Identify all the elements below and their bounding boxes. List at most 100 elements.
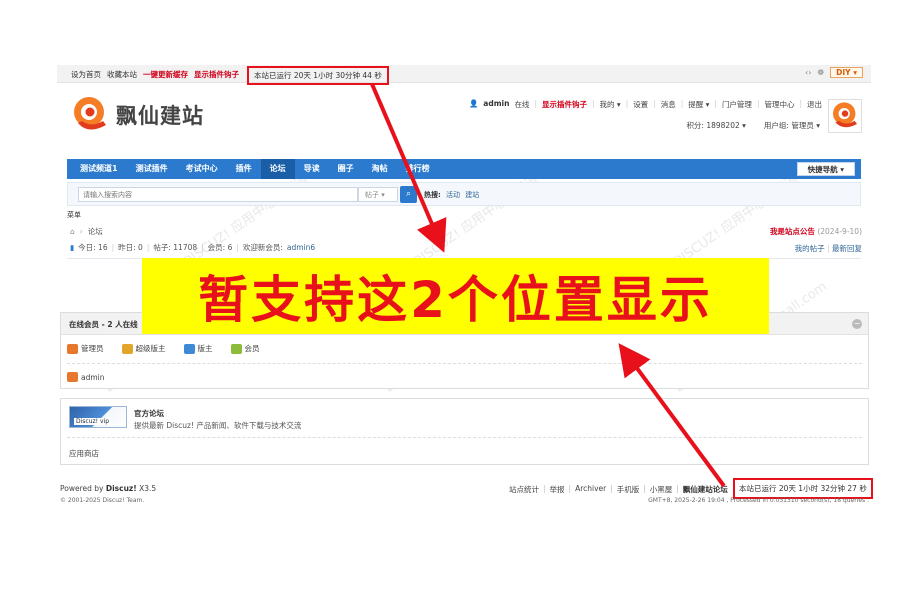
footer-link-report[interactable]: 举报 bbox=[550, 484, 565, 495]
uptime-top-highlight: 本站已运行 20天 1小时 30分钟 44 秒 bbox=[247, 66, 389, 85]
forum-stats: ▮ 今日: 16 | 昨日: 0 | 帖子: 11708 | 会员: 6 | 欢… bbox=[70, 243, 316, 252]
menu-label: 菜单 bbox=[67, 211, 81, 219]
footer-link-blacklist[interactable]: 小黑屋 bbox=[650, 484, 673, 495]
nav-item-8[interactable]: 排行榜 bbox=[397, 159, 439, 179]
home-icon[interactable]: ⌂ bbox=[70, 227, 75, 236]
search-type-select[interactable]: 帖子 ▾ bbox=[358, 187, 398, 202]
site-announcement[interactable]: 我是站点公告 (2024-9-10) bbox=[770, 226, 862, 237]
footer-link-archiver[interactable]: Archiver bbox=[575, 484, 606, 495]
app-store-link[interactable]: 应用商店 bbox=[69, 448, 99, 459]
stats-welcome: 欢迎新会员: bbox=[242, 243, 283, 252]
top-right-tools: ‹› ❁ DIY ▾ bbox=[805, 67, 863, 78]
user-badge-icon bbox=[230, 343, 242, 354]
copyright: © 2001-2025 Discuz! Team. bbox=[60, 497, 145, 504]
hooks-link[interactable]: 显示插件钩子 bbox=[542, 99, 587, 110]
palette-icon[interactable]: ❁ bbox=[817, 68, 824, 77]
username-link[interactable]: admin bbox=[483, 99, 509, 110]
nav-item-1[interactable]: 测试插件 bbox=[127, 159, 177, 179]
footer-link-stats[interactable]: 站点统计 bbox=[509, 484, 539, 495]
processed-info: GMT+8, 2025-2-26 19:04 , Processed in 0.… bbox=[648, 497, 869, 504]
portal-admin-link[interactable]: 门户管理 bbox=[722, 99, 752, 110]
hot-term-link[interactable]: 活动 bbox=[446, 191, 460, 199]
discuz-link[interactable]: Discuz! bbox=[106, 484, 137, 493]
points-menu[interactable]: 积分: 1898202 ▾ bbox=[686, 120, 745, 131]
avatar[interactable] bbox=[828, 99, 862, 133]
nav-item-7[interactable]: 淘帖 bbox=[363, 159, 397, 179]
nav-item-forum[interactable]: 论坛 bbox=[260, 159, 295, 179]
latest-reply-link[interactable]: 最新回复 bbox=[832, 244, 862, 253]
breadcrumb-current[interactable]: 论坛 bbox=[88, 226, 103, 237]
stats-yesterday: 昨日: 0 bbox=[118, 243, 143, 252]
user-badge-icon bbox=[183, 343, 195, 354]
nav-item-3[interactable]: 插件 bbox=[227, 159, 261, 179]
stats-chart-icon: ▮ bbox=[70, 243, 75, 252]
role-super-mod: 超级版主 bbox=[121, 343, 166, 354]
search-button[interactable]: ⌕ bbox=[400, 186, 417, 203]
top-links: 设为首页 收藏本站 一键更新缓存 显示插件钩子 bbox=[71, 69, 239, 80]
official-forum-link[interactable]: 官方论坛 bbox=[134, 408, 164, 419]
site-name: 飘仙建站 bbox=[116, 104, 204, 128]
footer-links: 站点统计 | 举报 | Archiver | 手机版 | 小黑屋 | 飘仙建站论坛 bbox=[509, 484, 728, 495]
logo-mark-icon bbox=[70, 95, 110, 135]
admin-center-link[interactable]: 管理中心 bbox=[764, 99, 794, 110]
chevron-right-icon: › bbox=[79, 227, 83, 236]
yellow-banner: 暂支持这2个位置显示 bbox=[142, 258, 769, 334]
divider bbox=[67, 437, 862, 438]
nav-item-0[interactable]: 测试频道1 bbox=[71, 159, 127, 179]
site-logo[interactable]: 飘仙建站 bbox=[70, 95, 204, 135]
bookmark-link[interactable]: 收藏本站 bbox=[107, 69, 137, 80]
messages-link[interactable]: 消息 bbox=[661, 99, 676, 110]
stats-members: 会员: 6 bbox=[207, 243, 233, 252]
my-menu[interactable]: 我的 ▾ bbox=[600, 99, 621, 110]
user-badge-icon bbox=[67, 343, 78, 354]
reminders-menu[interactable]: 提醒 ▾ bbox=[688, 99, 709, 110]
online-member[interactable]: admin bbox=[67, 372, 105, 382]
search-bar: 帖子 ▾ ⌕ 热搜: 活动 建站 bbox=[67, 182, 861, 206]
user-icon: 👤 bbox=[468, 99, 479, 108]
new-member-link[interactable]: admin6 bbox=[287, 243, 315, 252]
uptime-top-text: 本站已运行 20天 1小时 30分钟 44 秒 bbox=[254, 71, 382, 80]
refresh-cache-link[interactable]: 一键更新缓存 bbox=[143, 69, 188, 80]
hot-term-link[interactable]: 建站 bbox=[465, 191, 479, 199]
uptime-bottom-text: 本站已运行 20天 1小时 32分钟 27 秒 bbox=[739, 484, 867, 493]
breadcrumb: ⌂ › 论坛 bbox=[70, 226, 103, 237]
discuz-logo[interactable]: Discuz! vip bbox=[69, 406, 127, 428]
code-icon[interactable]: ‹› bbox=[805, 68, 811, 77]
set-home-link[interactable]: 设为首页 bbox=[71, 69, 101, 80]
role-mod: 版主 bbox=[183, 343, 213, 354]
footer-site-forum-link[interactable]: 飘仙建站论坛 bbox=[683, 484, 728, 495]
footer-link-mobile[interactable]: 手机版 bbox=[617, 484, 640, 495]
friend-links-panel: Discuz! vip 官方论坛 提供最新 Discuz! 产品新闻、软件下载与… bbox=[60, 398, 869, 465]
user-badge-icon bbox=[121, 343, 133, 354]
user-menu: 👤 admin 在线 | 显示插件钩子 | 我的 ▾ | 设置 | 消息 | 提… bbox=[468, 99, 822, 110]
top-toolbar: 设为首页 收藏本站 一键更新缓存 显示插件钩子 本站已运行 20天 1小时 30… bbox=[57, 65, 871, 85]
nav-item-5[interactable]: 导读 bbox=[295, 159, 329, 179]
uptime-bottom-highlight: 本站已运行 20天 1小时 32分钟 27 秒 bbox=[733, 478, 873, 499]
online-status[interactable]: 在线 bbox=[514, 99, 529, 110]
main-nav: 测试频道1 测试插件 考试中心 插件 论坛 导读 圈子 淘帖 排行榜 快捷导航 … bbox=[67, 159, 861, 179]
official-forum-desc: 提供最新 Discuz! 产品新闻、软件下载与技术交流 bbox=[134, 421, 302, 430]
diy-button[interactable]: DIY ▾ bbox=[830, 67, 863, 78]
role-legend: 管理员 超级版主 版主 会员 bbox=[67, 343, 260, 354]
my-links: 我的帖子 | 最新回复 bbox=[794, 244, 862, 253]
nav-item-6[interactable]: 圈子 bbox=[329, 159, 363, 179]
user-score-line: 积分: 1898202 ▾ 用户组: 管理员 ▾ bbox=[686, 120, 820, 131]
show-hooks-link[interactable]: 显示插件钩子 bbox=[194, 69, 239, 80]
user-group-menu[interactable]: 用户组: 管理员 ▾ bbox=[764, 120, 820, 131]
search-input[interactable] bbox=[78, 187, 358, 202]
collapse-icon[interactable]: − bbox=[852, 319, 862, 329]
banner-text: 暂支持这2个位置显示 bbox=[198, 271, 713, 329]
page: DISCUZ! 应用中心 | 贰道 DISCUZ! 应用中心 | 贰道 DISC… bbox=[0, 0, 910, 589]
divider bbox=[67, 363, 862, 364]
nav-item-2[interactable]: 考试中心 bbox=[177, 159, 227, 179]
my-posts-link[interactable]: 我的帖子 bbox=[795, 244, 825, 253]
settings-link[interactable]: 设置 bbox=[633, 99, 648, 110]
role-admin: 管理员 bbox=[67, 343, 104, 354]
stats-today: 今日: 16 bbox=[78, 243, 108, 252]
user-badge-icon bbox=[67, 372, 78, 382]
hot-search: 热搜: 活动 建站 bbox=[424, 191, 480, 199]
logout-link[interactable]: 退出 bbox=[807, 99, 822, 110]
quick-nav-button[interactable]: 快捷导航 ▾ bbox=[796, 162, 855, 176]
powered-by: Powered by Discuz! X3.5 bbox=[60, 484, 157, 493]
search-icon: ⌕ bbox=[405, 189, 412, 199]
